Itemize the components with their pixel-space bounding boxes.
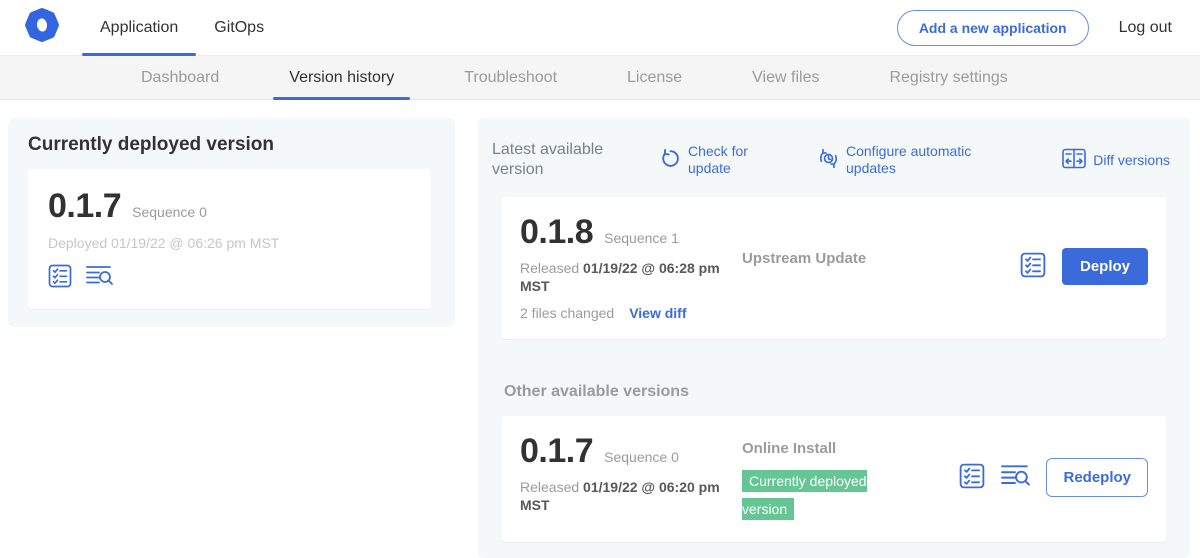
top-nav: Application GitOps Add a new application…: [0, 0, 1200, 56]
subnav-tab-dashboard[interactable]: Dashboard: [125, 56, 235, 99]
latest-version-card: 0.1.8 Sequence 1 Released 01/19/22 @ 06:…: [502, 197, 1166, 339]
other-released-timestamp: Released 01/19/22 @ 06:20 pm MST: [520, 478, 725, 515]
refresh-arrow-icon: [660, 148, 681, 172]
other-version-card: 0.1.7 Sequence 0 Released 01/19/22 @ 06:…: [502, 416, 1166, 542]
latest-sequence-label: Sequence 1: [604, 230, 679, 246]
latest-preflight-checks-icon-button[interactable]: [1020, 252, 1046, 281]
deployed-sequence-label: Sequence 0: [132, 204, 207, 220]
subnav-tab-view-files[interactable]: View files: [736, 56, 835, 99]
logs-magnifier-icon: [1001, 463, 1030, 492]
topnav-right: Add a new application Log out: [897, 0, 1172, 55]
subnav-tab-version-history[interactable]: Version history: [273, 56, 410, 99]
other-versions-title: Other available versions: [504, 383, 1166, 401]
tab-application[interactable]: Application: [82, 0, 196, 55]
clock-refresh-icon: [818, 148, 839, 172]
view-logs-icon-button[interactable]: [86, 264, 113, 291]
badge-container: Currently deployed version: [742, 468, 900, 524]
deployed-version-number: 0.1.7: [48, 187, 121, 226]
check-for-update-button[interactable]: Check for update: [660, 143, 760, 176]
deployed-timestamp: Deployed 01/19/22 @ 06:26 pm MST: [48, 235, 411, 251]
checklist-icon: [959, 463, 985, 492]
currently-deployed-card: Currently deployed version 0.1.7 Sequenc…: [8, 118, 455, 327]
other-version-number: 0.1.7: [520, 432, 593, 471]
subnav-tab-troubleshoot[interactable]: Troubleshoot: [448, 56, 573, 99]
files-changed-label: 2 files changed: [520, 305, 614, 321]
checklist-icon: [1020, 252, 1046, 281]
main-content: Currently deployed version 0.1.7 Sequenc…: [0, 100, 1200, 558]
diff-columns-icon: [1062, 148, 1086, 172]
other-version-source: Online Install: [742, 440, 836, 457]
sub-nav: Dashboard Version history Troubleshoot L…: [0, 56, 1200, 100]
currently-deployed-badge: Currently deployed version: [742, 470, 867, 520]
add-application-button[interactable]: Add a new application: [897, 10, 1089, 46]
currently-deployed-title: Currently deployed version: [28, 134, 431, 156]
other-view-logs-icon-button[interactable]: [1001, 463, 1030, 492]
redeploy-button[interactable]: Redeploy: [1046, 458, 1148, 497]
preflight-checks-icon-button[interactable]: [48, 264, 72, 291]
checklist-icon: [48, 264, 72, 291]
view-diff-link[interactable]: View diff: [629, 305, 686, 321]
available-updates-panel: Latest available version Check for updat…: [478, 118, 1190, 558]
latest-released-timestamp: Released 01/19/22 @ 06:28 pm MST: [520, 259, 725, 296]
app-logo[interactable]: [24, 0, 60, 55]
other-sequence-label: Sequence 0: [604, 449, 679, 465]
latest-version-number: 0.1.8: [520, 213, 593, 252]
subnav-tab-license[interactable]: License: [611, 56, 698, 99]
subnav-tab-registry-settings[interactable]: Registry settings: [873, 56, 1023, 99]
latest-version-source: Upstream Update: [742, 250, 866, 267]
deploy-button[interactable]: Deploy: [1062, 248, 1148, 285]
deployed-version-card: 0.1.7 Sequence 0 Deployed 01/19/22 @ 06:…: [28, 169, 431, 309]
diff-versions-button[interactable]: Diff versions: [1062, 148, 1170, 172]
configure-automatic-updates-button[interactable]: Configure automatic updates: [818, 143, 976, 176]
app-logo-icon: [24, 7, 60, 48]
logout-button[interactable]: Log out: [1119, 19, 1172, 37]
logs-magnifier-icon: [86, 264, 113, 291]
updates-panel-header: Latest available version Check for updat…: [490, 138, 1178, 180]
app-root: Application GitOps Add a new application…: [0, 0, 1200, 536]
latest-available-title: Latest available version: [492, 140, 614, 180]
top-tabs: Application GitOps: [82, 0, 282, 55]
other-preflight-checks-icon-button[interactable]: [959, 463, 985, 492]
tab-gitops[interactable]: GitOps: [196, 0, 282, 55]
